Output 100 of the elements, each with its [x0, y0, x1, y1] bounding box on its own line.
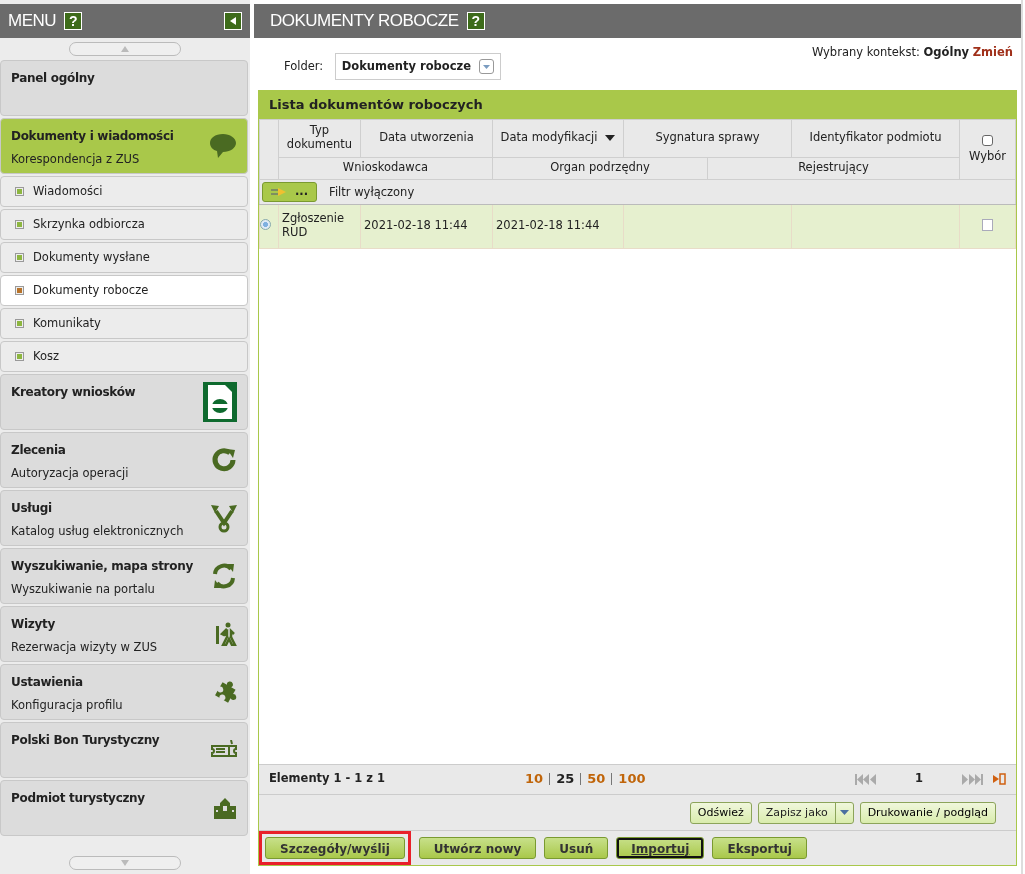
action-button[interactable]: Szczegóły/wyślij: [265, 837, 405, 859]
menu-item-label: Skrzynka odbiorcza: [33, 215, 145, 233]
page-title: DOKUMENTY ROBOCZE: [270, 10, 459, 33]
menu-section[interactable]: Wizyty Rezerwacja wizyty w ZUS: [0, 606, 248, 662]
menu-item[interactable]: Dokumenty wysłane: [0, 242, 248, 273]
table-cell: 2021-02-18 11:44: [364, 218, 468, 233]
menu-section[interactable]: Kreatory wniosków: [0, 374, 248, 430]
section-subtitle: Autoryzacja operacji: [11, 465, 129, 482]
section-title: Polski Bon Turystyczny: [11, 732, 160, 749]
context-value: Ogólny: [923, 45, 970, 59]
section-title: Dokumenty i wiadomości: [11, 128, 174, 145]
column-header[interactable]: Wnioskodawca: [278, 157, 493, 180]
menu-section[interactable]: Usługi Katalog usług elektronicznych: [0, 490, 248, 546]
filter-status: Filtr wyłączony: [329, 184, 415, 199]
toolbar-button[interactable]: Odśwież: [689, 801, 752, 824]
menu-item-label: Komunikaty: [33, 314, 101, 332]
refresh-icon: [211, 447, 237, 473]
column-label: Sygnatura sprawy: [655, 130, 760, 145]
action-button[interactable]: Eksportuj: [712, 837, 807, 859]
first-page-icon[interactable]: [855, 773, 877, 785]
column-label: Wybór: [967, 150, 1007, 164]
folder-label: Folder:: [284, 58, 324, 75]
table-cell: Zgłoszenie RUD: [282, 211, 345, 240]
scroll-up-button[interactable]: [69, 42, 181, 56]
building-icon: [213, 797, 237, 819]
section-title: Usługi: [11, 500, 53, 517]
page-number: 1: [915, 770, 923, 788]
section-title: Kreatory wniosków: [11, 384, 136, 401]
column-header[interactable]: Data modyfikacji: [492, 119, 624, 158]
toolbar-button[interactable]: Drukowanie / podgląd: [859, 801, 996, 824]
menu-item[interactable]: Wiadomości: [0, 176, 248, 207]
menu-item[interactable]: Skrzynka odbiorcza: [0, 209, 248, 240]
section-title: Panel ogólny: [11, 70, 95, 87]
context-label: Wybrany kontekst:: [811, 45, 920, 59]
action-button[interactable]: Utwórz nowy: [418, 837, 537, 859]
row-checkbox[interactable]: [981, 219, 994, 231]
column-header[interactable]: Typ dokumentu: [278, 119, 361, 158]
folder-dropdown[interactable]: Dokumenty robocze: [334, 53, 501, 81]
section-title: Podmiot turystyczny: [11, 790, 145, 807]
document-icon: [203, 382, 237, 422]
collapse-arrow-icon: [230, 17, 236, 25]
column-label: Typ dokumentu: [286, 123, 353, 152]
menu-section[interactable]: Podmiot turystyczny: [0, 780, 248, 836]
menu-item-label: Kosz: [33, 347, 60, 365]
column-label: Data modyfikacji: [500, 130, 598, 145]
menu-item[interactable]: Komunikaty: [0, 308, 248, 339]
menu-section[interactable]: Ustawienia Konfiguracja profilu: [0, 664, 248, 720]
menu-section[interactable]: Zlecenia Autoryzacja operacji: [0, 432, 248, 488]
section-subtitle: Korespondencja z ZUS: [11, 151, 141, 168]
page-size-link[interactable]: 25: [556, 769, 575, 789]
column-header[interactable]: Data utworzenia: [360, 119, 493, 158]
select-all-checkbox[interactable]: [981, 134, 994, 147]
menu-section[interactable]: Wyszukiwanie, mapa strony Wyszukiwanie na portalu: [0, 548, 248, 604]
column-header[interactable]: Sygnatura sprawy: [623, 119, 792, 158]
bullet-icon: [15, 286, 24, 295]
panel-title: Lista dokumentów roboczych: [259, 91, 1016, 119]
bullet-icon: [15, 187, 24, 196]
menu-item[interactable]: Dokumenty robocze: [0, 275, 248, 306]
export-icon[interactable]: [993, 773, 1006, 785]
section-subtitle: Wyszukiwanie na portalu: [11, 581, 156, 598]
menu-item[interactable]: Kosz: [0, 341, 248, 372]
collapse-button[interactable]: [224, 12, 242, 30]
menu-section[interactable]: Dokumenty i wiadomości Korespondencja z ZUS: [0, 118, 248, 174]
dropdown-caret-icon[interactable]: [479, 59, 494, 75]
down-arrow-icon: [121, 860, 129, 866]
up-arrow-icon: [121, 46, 129, 52]
puzzle-icon: [213, 680, 237, 704]
change-link[interactable]: Zmień: [972, 45, 1013, 59]
pager-summary: Elementy 1 - 1 z 1: [269, 770, 386, 788]
column-label: Identyfikator podmiotu: [809, 130, 942, 145]
sync-icon: [211, 562, 237, 590]
section-subtitle: Katalog usług elektronicznych: [11, 523, 184, 540]
section-title: Ustawienia: [11, 674, 84, 691]
save-as-button[interactable]: Zapisz jako: [757, 801, 854, 824]
bullet-icon: [15, 253, 24, 262]
section-title: Wizyty: [11, 616, 56, 633]
last-page-icon[interactable]: [961, 773, 983, 785]
menu-section[interactable]: Panel ogólny: [0, 60, 248, 116]
bullet-icon: [15, 220, 24, 229]
fork-arrows-icon: [211, 503, 237, 533]
section-subtitle: Rezerwacja wizyty w ZUS: [11, 639, 158, 656]
bullet-icon: [15, 319, 24, 328]
menu-item-label: Dokumenty robocze: [33, 281, 149, 299]
menu-section[interactable]: Polski Bon Turystyczny: [0, 722, 248, 778]
speech-bubble-icon: [209, 133, 237, 159]
scroll-down-button[interactable]: [69, 856, 181, 870]
help-button[interactable]: ?: [64, 12, 83, 30]
section-title: Wyszukiwanie, mapa strony: [11, 558, 193, 575]
help-button[interactable]: ?: [466, 12, 485, 30]
menu-item-label: Wiadomości: [33, 182, 103, 200]
action-button[interactable]: Importuj: [616, 837, 705, 859]
menu-item-label: Dokumenty wysłane: [33, 248, 150, 266]
menu-title: MENU: [8, 10, 57, 33]
row-radio[interactable]: [260, 218, 271, 230]
column-header[interactable]: Organ podrzędny: [492, 157, 708, 180]
filter-button[interactable]: ...: [262, 181, 318, 202]
action-button[interactable]: Usuń: [544, 837, 609, 859]
section-subtitle: Konfiguracja profilu: [11, 697, 123, 714]
walking-person-icon: [215, 622, 237, 646]
column-header[interactable]: Identyfikator podmiotu: [791, 119, 960, 158]
